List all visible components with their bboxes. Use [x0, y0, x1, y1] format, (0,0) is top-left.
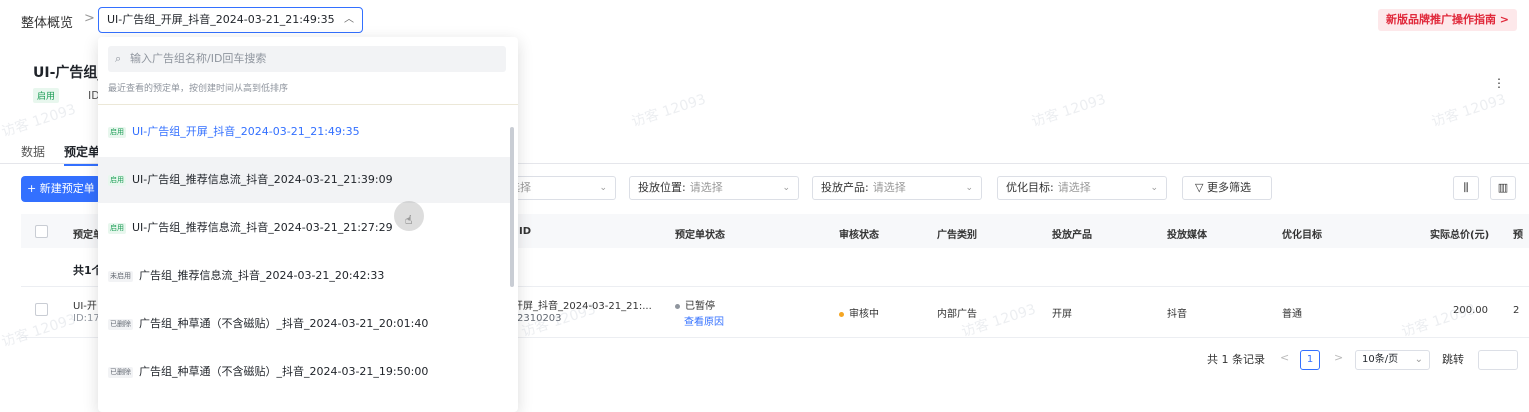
jump-label: 跳转: [1442, 353, 1464, 366]
page-title: UI-广告组_: [33, 65, 105, 81]
more-icon[interactable]: ⋮: [1493, 76, 1505, 90]
col-status: 预定单状态: [675, 230, 725, 241]
dropdown-scrollbar[interactable]: [510, 127, 514, 287]
layout-icon[interactable]: ▥: [1490, 176, 1516, 200]
dropdown-item[interactable]: 已删除 广告组_种草通（不含磁贴）_抖音_2024-03-21_20:01:40: [98, 301, 510, 347]
chevron-down-icon: ⌄: [965, 183, 973, 193]
row-product: 开屏: [1052, 309, 1072, 320]
row-audit: 审核中: [839, 305, 879, 320]
row-checkbox[interactable]: [35, 303, 48, 316]
status-badge: 启用: [33, 88, 60, 103]
chevron-down-icon: ⌄: [782, 183, 790, 193]
hand-cursor-icon: ☝: [405, 213, 413, 227]
row-audit-text: 审核中: [849, 309, 879, 320]
dropdown-item[interactable]: 启用 UI-广告组_推荐信息流_抖音_2024-03-21_21:27:29: [98, 205, 510, 251]
filter-placeholder: 请选择: [689, 181, 723, 194]
item-tag: 启用: [108, 174, 126, 186]
row-name[interactable]: UI-开: [73, 297, 97, 312]
row-id: 2310203: [517, 313, 562, 324]
tab-data[interactable]: 数据: [21, 143, 45, 160]
breadcrumb-overview[interactable]: 整体概览: [21, 12, 73, 31]
col-id: ID: [519, 226, 532, 237]
chevron-down-icon: ⌄: [599, 183, 607, 193]
item-name: 广告组_种草通（不含磁贴）_抖音_2024-03-21_20:01:40: [139, 317, 429, 330]
dropdown-hint: 最近查看的预定单，按创建时间从高到低排序: [108, 84, 289, 94]
page-1-button[interactable]: 1: [1300, 350, 1320, 370]
chevron-down-icon: ⌄: [1414, 354, 1423, 365]
more-filters-button[interactable]: ▽ 更多筛选: [1182, 176, 1272, 200]
top-bar: 整体概览 > UI-广告组_开屏_抖音_2024-03-21_21:49:35 …: [0, 0, 1529, 40]
item-tag: 启用: [108, 222, 126, 234]
filter-label: 投放产品:: [821, 181, 869, 194]
new-order-button[interactable]: + 新建预定单: [21, 176, 101, 202]
item-name: UI-广告组_开屏_抖音_2024-03-21_21:49:35: [132, 125, 360, 138]
ad-group-dropdown: ⌕ 输入广告组名称/ID回车搜索 最近查看的预定单，按创建时间从高到低排序 启用…: [98, 37, 518, 412]
jump-input[interactable]: [1478, 350, 1518, 370]
filter-icon: ▽: [1195, 181, 1204, 194]
col-media: 投放媒体: [1167, 230, 1207, 241]
dropdown-item[interactable]: 启用 UI-广告组_推荐信息流_抖音_2024-03-21_21:39:09: [98, 157, 510, 203]
item-tag: 启用: [108, 126, 126, 138]
dropdown-item[interactable]: 未启用 广告组_推荐信息流_抖音_2024-03-21_20:42:33: [98, 253, 510, 299]
dropdown-item[interactable]: 已删除 广告组_种草通（不含磁贴）_抖音_2024-03-21_19:50:00: [98, 349, 510, 395]
col-product: 投放产品: [1052, 230, 1092, 241]
item-tag: 未启用: [108, 270, 133, 282]
filter-product[interactable]: 投放产品: 请选择 ⌄: [812, 176, 982, 200]
row-id-name: 开屏_抖音_2024-03-21_21:...: [513, 301, 652, 312]
ad-group-selector[interactable]: UI-广告组_开屏_抖音_2024-03-21_21:49:35 ︿: [98, 7, 363, 33]
item-name: UI-广告组_推荐信息流_抖音_2024-03-21_21:39:09: [132, 173, 393, 186]
row-status: 已暂停: [675, 297, 715, 312]
filter-label: 优化目标:: [1006, 181, 1054, 194]
item-tag: 已删除: [108, 318, 133, 330]
prev-page-icon[interactable]: <: [1280, 351, 1289, 364]
column-settings-icon[interactable]: ⫼: [1453, 176, 1479, 200]
chevron-up-icon: ︿: [344, 14, 354, 25]
chevron-down-icon: ⌄: [1150, 183, 1158, 193]
filter-goal[interactable]: 优化目标: 请选择 ⌄: [997, 176, 1167, 200]
page-size-value: 10条/页: [1362, 354, 1399, 365]
col-price: 实际总价(元): [1430, 230, 1490, 241]
filter-placeholder: 请选择: [1057, 181, 1091, 194]
view-reason-link[interactable]: 查看原因: [684, 313, 724, 328]
row-media: 抖音: [1167, 309, 1187, 320]
status-dot: [675, 303, 680, 309]
page-size-select[interactable]: 10条/页 ⌄: [1355, 350, 1430, 370]
col-audit: 审核状态: [839, 230, 879, 241]
filter-placeholder: 请选择: [872, 181, 906, 194]
breadcrumb-separator-icon: >: [84, 11, 95, 26]
dropdown-divider: [98, 104, 518, 105]
search-icon: ⌕: [115, 52, 122, 65]
item-tag: 已删除: [108, 366, 133, 378]
audit-dot: [839, 311, 844, 317]
item-name: UI-广告组_推荐信息流_抖音_2024-03-21_21:27:29: [132, 221, 393, 234]
col-ad-type: 广告类别: [937, 230, 977, 241]
more-filters-label: 更多筛选: [1206, 181, 1251, 194]
search-placeholder: 输入广告组名称/ID回车搜索: [130, 52, 267, 65]
row-goal: 普通: [1282, 309, 1302, 320]
filter-label: 投放位置:: [638, 181, 686, 194]
pagination-total: 共 1 条记录: [1207, 353, 1265, 366]
guide-button[interactable]: 新版品牌推广操作指南 >: [1378, 9, 1517, 31]
col-goal: 优化目标: [1282, 230, 1322, 241]
row-status-text: 已暂停: [685, 301, 715, 312]
row-ad-type: 内部广告: [937, 309, 977, 320]
filter-position[interactable]: 投放位置: 请选择 ⌄: [629, 176, 799, 200]
row-price: 200.00: [1453, 305, 1488, 316]
item-name: 广告组_推荐信息流_抖音_2024-03-21_20:42:33: [139, 269, 385, 282]
dropdown-item[interactable]: 启用 UI-广告组_开屏_抖音_2024-03-21_21:49:35: [98, 109, 510, 155]
col-extra: 预: [1513, 230, 1523, 241]
row-extra: 2: [1513, 305, 1520, 316]
dropdown-search-input[interactable]: ⌕ 输入广告组名称/ID回车搜索: [108, 46, 506, 72]
selector-value: UI-广告组_开屏_抖音_2024-03-21_21:49:35: [107, 13, 335, 26]
select-all-checkbox[interactable]: [35, 225, 48, 238]
item-name: 广告组_种草通（不含磁贴）_抖音_2024-03-21_19:50:00: [139, 365, 429, 378]
next-page-icon[interactable]: >: [1334, 351, 1343, 364]
